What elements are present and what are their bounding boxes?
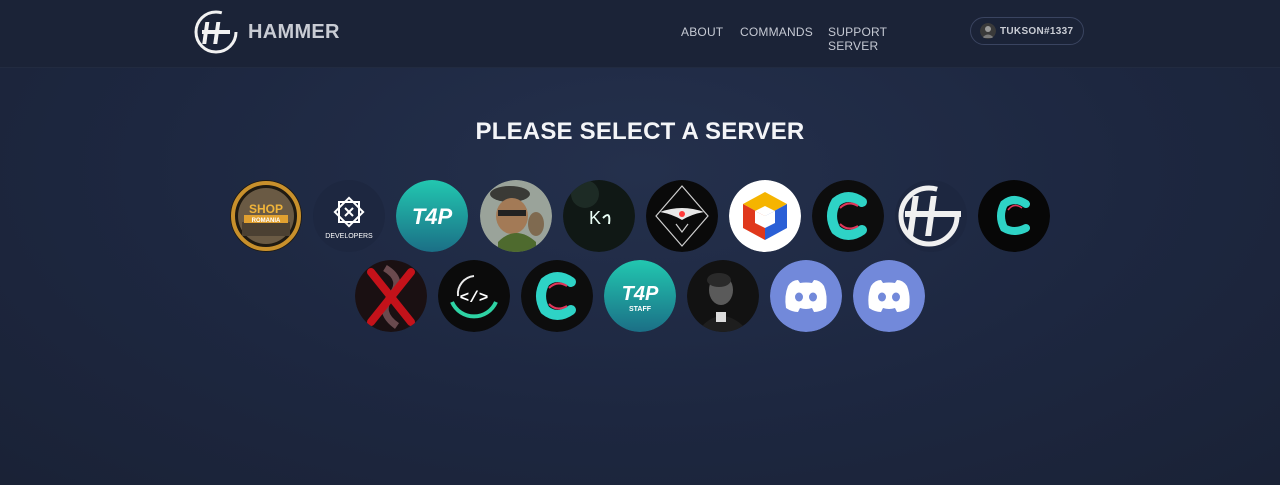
user-name: TUKSON#1337 [1000, 25, 1074, 37]
ks-icon: K [563, 180, 635, 252]
teal-c-icon [521, 260, 593, 332]
page-title: PLEASE SELECT A SERVER [475, 118, 805, 145]
hammer-logo-icon [895, 180, 967, 252]
server-eagle[interactable] [646, 180, 718, 252]
user-account-button[interactable]: TUKSON#1337 [970, 17, 1084, 45]
server-portrait[interactable] [687, 260, 759, 332]
nav-support-server-link[interactable]: SUPPORT SERVER [828, 25, 928, 53]
teal-c-icon [812, 180, 884, 252]
shop-romania-icon: SHOP ROMANIA [230, 180, 302, 252]
t4p-staff-icon: T4P STAFF [604, 260, 676, 332]
server-teal-c-3[interactable] [521, 260, 593, 332]
server-developers[interactable]: DEVELOPERS [313, 180, 385, 252]
discord-default-icon [853, 260, 925, 332]
t4p-icon: T4P [396, 180, 468, 252]
nav-commands-link[interactable]: COMMANDS [740, 25, 820, 39]
server-t4p[interactable]: T4P [396, 180, 468, 252]
server-t4p-staff[interactable]: T4P STAFF [604, 260, 676, 332]
server-ks[interactable]: K [563, 180, 635, 252]
server-code[interactable]: </> [438, 260, 510, 332]
server-discord-default-2[interactable] [853, 260, 925, 332]
user-avatar-icon [980, 23, 996, 39]
hammer-logo-icon [194, 10, 238, 54]
eagle-emblem-icon [646, 180, 718, 252]
portrait-icon [687, 260, 759, 332]
server-shop-romania[interactable]: SHOP ROMANIA [230, 180, 302, 252]
svg-text:K: K [589, 208, 601, 228]
svg-text:T4P: T4P [412, 204, 453, 229]
server-teal-c-2[interactable] [978, 180, 1050, 252]
cube-logo-icon [729, 180, 801, 252]
svg-text:</>: </> [460, 289, 489, 307]
code-icon: </> [438, 260, 510, 332]
developers-icon: DEVELOPERS [313, 180, 385, 252]
server-teal-c[interactable] [812, 180, 884, 252]
teal-c-icon [978, 180, 1050, 252]
server-hammer[interactable] [895, 180, 967, 252]
svg-text:SHOP: SHOP [249, 202, 283, 216]
server-red-x[interactable] [355, 260, 427, 332]
svg-text:ROMANIA: ROMANIA [252, 218, 281, 224]
nav-about-link[interactable]: ABOUT [681, 25, 723, 39]
red-x-icon [355, 260, 427, 332]
navbar: HAMMER ABOUT COMMANDS SUPPORT SERVER TUK… [0, 0, 1280, 68]
server-discord-default[interactable] [770, 260, 842, 332]
server-cartoon[interactable] [480, 180, 552, 252]
server-cube[interactable] [729, 180, 801, 252]
svg-text:T4P: T4P [622, 283, 659, 305]
server-row: SHOP ROMANIA DEVELOPERS T4P K [0, 180, 1280, 252]
cartoon-man-icon [480, 180, 552, 252]
server-row: </> T4P STAFF [0, 260, 1280, 332]
discord-default-icon [770, 260, 842, 332]
brand-link[interactable]: HAMMER [194, 10, 340, 54]
svg-text:STAFF: STAFF [629, 306, 652, 313]
brand-name: HAMMER [248, 20, 340, 43]
svg-text:DEVELOPERS: DEVELOPERS [325, 233, 373, 240]
